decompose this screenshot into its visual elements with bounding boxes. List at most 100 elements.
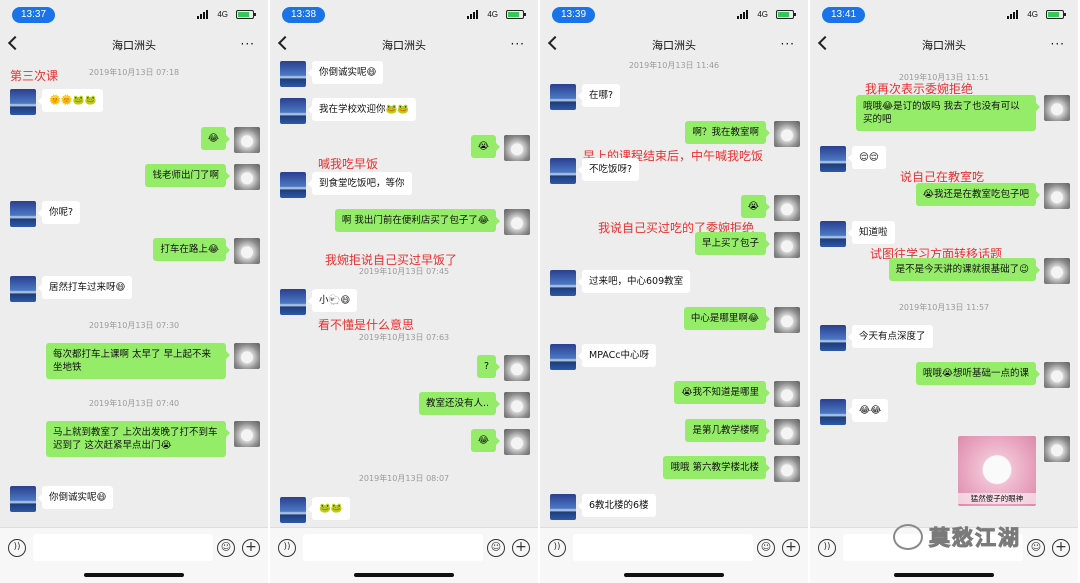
message-bubble-received[interactable]: 小🐑😄: [307, 289, 358, 312]
avatar-contact[interactable]: [820, 399, 846, 425]
avatar-self[interactable]: [234, 127, 260, 153]
message-bubble-sent[interactable]: 哦哦😭想听基础一点的课: [915, 362, 1041, 385]
message-bubble-sent[interactable]: 中心是哪里啊😂: [683, 307, 771, 330]
message-bubble-received[interactable]: 今天有点深度了: [848, 325, 933, 348]
avatar-contact[interactable]: [820, 325, 846, 351]
emoji-icon[interactable]: ☺: [487, 539, 505, 557]
message-bubble-sent[interactable]: 😭我还是在教室吃包子吧: [915, 183, 1041, 206]
voice-icon[interactable]: )): [278, 539, 296, 557]
message-bubble-received[interactable]: MPACc中心呀: [577, 344, 657, 367]
avatar-self[interactable]: [1044, 436, 1070, 462]
message-bubble-sent[interactable]: 😭: [740, 195, 771, 218]
message-bubble-received[interactable]: 你倒诚实呢😄: [307, 61, 384, 84]
message-bubble-sent[interactable]: 😂: [470, 429, 501, 452]
avatar-contact[interactable]: [550, 270, 576, 296]
avatar-contact[interactable]: [550, 84, 576, 110]
message-bubble-received[interactable]: 6教北楼的6楼: [578, 494, 656, 517]
avatar-contact[interactable]: [280, 98, 306, 124]
avatar-contact[interactable]: [280, 172, 306, 198]
message-bubble-received[interactable]: 我在学校欢迎你🐸🐸: [307, 98, 417, 121]
emoji-icon[interactable]: ☺: [1027, 539, 1045, 557]
avatar-self[interactable]: [774, 195, 800, 221]
avatar-contact[interactable]: [820, 221, 846, 247]
avatar-self[interactable]: [234, 343, 260, 369]
message-bubble-sent[interactable]: 😂: [200, 127, 231, 150]
avatar-contact[interactable]: [280, 289, 306, 315]
message-bubble-received[interactable]: 🌞🌞🐸🐸: [37, 89, 104, 112]
message-bubble-sent[interactable]: 😭: [470, 135, 501, 158]
avatar-contact[interactable]: [10, 201, 36, 227]
message-input[interactable]: [573, 534, 753, 561]
emoji-icon[interactable]: ☺: [217, 539, 235, 557]
message-input[interactable]: [33, 534, 213, 561]
status-bar: 13:38 4G: [270, 0, 538, 28]
avatar-self[interactable]: [774, 121, 800, 147]
avatar-self[interactable]: [504, 429, 530, 455]
message-bubble-sent[interactable]: 马上就到教室了 上次出发晚了打不到车迟到了 这次赶紧早点出门😭: [46, 421, 230, 457]
avatar-contact[interactable]: [550, 494, 576, 520]
message-bubble-sent[interactable]: 啊？我在教室啊: [685, 121, 770, 144]
avatar-contact[interactable]: [10, 276, 36, 302]
voice-icon[interactable]: )): [818, 539, 836, 557]
avatar-self[interactable]: [774, 307, 800, 333]
avatar-self[interactable]: [504, 355, 530, 381]
avatar-contact[interactable]: [10, 486, 36, 512]
message-bubble-sent[interactable]: 啊 我出门前在便利店买了包子了😂: [334, 209, 501, 232]
message-bubble-sent[interactable]: ?: [476, 355, 501, 378]
plus-icon[interactable]: +: [242, 539, 260, 557]
message-bubble-received[interactable]: 😌😌: [848, 146, 886, 169]
avatar-self[interactable]: [1044, 362, 1070, 388]
message-bubble-sent[interactable]: 😭我不知道是哪里: [674, 381, 770, 404]
avatar-contact[interactable]: [820, 146, 846, 172]
avatar-contact[interactable]: [550, 158, 576, 184]
message-bubble-sent[interactable]: 教室还没有人..: [418, 392, 501, 415]
message-bubble-received[interactable]: 😂😂: [847, 399, 889, 422]
emoji-icon[interactable]: ☺: [757, 539, 775, 557]
avatar-self[interactable]: [1044, 258, 1070, 284]
message-bubble-sent[interactable]: 钱老师出门了啊: [145, 164, 230, 187]
more-dots-icon[interactable]: ···: [511, 37, 525, 51]
avatar-self[interactable]: [1044, 95, 1070, 121]
message-bubble-sent[interactable]: 哦哦😂是订的饭吗 我去了也没有可以买的吧: [856, 95, 1040, 131]
avatar-contact[interactable]: [280, 497, 306, 523]
more-dots-icon[interactable]: ···: [1051, 37, 1065, 51]
avatar-self[interactable]: [504, 392, 530, 418]
message-bubble-sent[interactable]: 是不是今天讲的课就很基础了😉: [888, 258, 1041, 281]
avatar-self[interactable]: [234, 238, 260, 264]
more-dots-icon[interactable]: ···: [241, 37, 255, 51]
message-bubble-received[interactable]: 知道啦: [848, 221, 895, 244]
avatar-self[interactable]: [234, 164, 260, 190]
message-bubble-received[interactable]: 在哪?: [577, 84, 621, 107]
avatar-self[interactable]: [504, 135, 530, 161]
message-bubble-received[interactable]: 到食堂吃饭吧，等你: [308, 172, 412, 195]
avatar-contact[interactable]: [280, 61, 306, 87]
message-bubble-received[interactable]: 过来吧，中心609教室: [577, 270, 691, 293]
plus-icon[interactable]: +: [1052, 539, 1070, 557]
message-bubble-sent[interactable]: 是第几教学楼啊: [685, 419, 770, 442]
avatar-self[interactable]: [774, 456, 800, 482]
avatar-self[interactable]: [1044, 183, 1070, 209]
avatar-self[interactable]: [504, 209, 530, 235]
message-bubble-sent[interactable]: 打车在路上😂: [153, 238, 230, 261]
message-bubble-sent[interactable]: 每次都打车上课啊 太早了 早上起不来坐地铁: [46, 343, 230, 379]
avatar-self[interactable]: [234, 421, 260, 447]
message-bubble-sent[interactable]: 早上买了包子: [694, 232, 771, 255]
message-bubble-received[interactable]: 🐸🐸: [308, 497, 350, 520]
plus-icon[interactable]: +: [782, 539, 800, 557]
home-indicator: [894, 573, 994, 577]
voice-icon[interactable]: )): [548, 539, 566, 557]
plus-icon[interactable]: +: [512, 539, 530, 557]
message-bubble-received[interactable]: 你倒诚实呢😄: [37, 486, 114, 509]
message-bubble-sent[interactable]: 哦哦 第六教学楼北楼: [663, 456, 770, 479]
message-bubble-received[interactable]: 居然打车过来呀😄: [37, 276, 133, 299]
message-bubble-received[interactable]: 你呢?: [37, 201, 81, 224]
avatar-self[interactable]: [774, 381, 800, 407]
message-bubble-received[interactable]: 不吃饭呀?: [577, 158, 640, 181]
more-dots-icon[interactable]: ···: [781, 37, 795, 51]
avatar-self[interactable]: [774, 232, 800, 258]
avatar-contact[interactable]: [550, 344, 576, 370]
avatar-self[interactable]: [774, 419, 800, 445]
message-input[interactable]: [303, 534, 483, 561]
voice-icon[interactable]: )): [8, 539, 26, 557]
avatar-contact[interactable]: [10, 89, 36, 115]
